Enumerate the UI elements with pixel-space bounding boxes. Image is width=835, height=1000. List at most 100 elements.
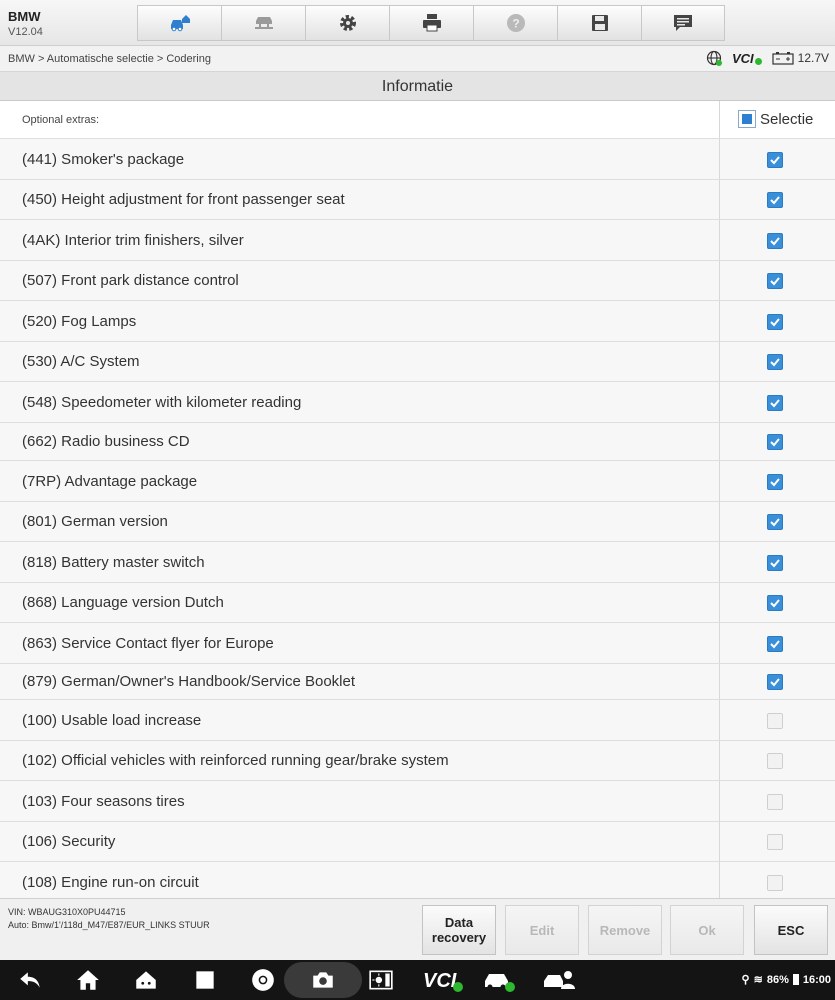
check-icon xyxy=(770,399,780,408)
camera-button[interactable] xyxy=(310,967,336,993)
settings-button[interactable] xyxy=(305,5,389,41)
table-row[interactable]: (7RP) Advantage package xyxy=(0,461,835,502)
vci-connected-icon xyxy=(754,57,762,65)
table-row[interactable]: (662) Radio business CD xyxy=(0,423,835,461)
table-row[interactable]: (102) Official vehicles with reinforced … xyxy=(0,741,835,781)
option-label: (7RP) Advantage package xyxy=(22,473,198,490)
option-checkbox-unchecked[interactable] xyxy=(767,875,783,891)
option-checkbox-checked[interactable] xyxy=(767,474,783,490)
option-label: (106) Security xyxy=(22,833,116,850)
message-button[interactable] xyxy=(641,5,725,41)
chrome-icon xyxy=(252,969,274,991)
check-icon xyxy=(770,678,780,687)
table-row[interactable]: (441) Smoker's package xyxy=(0,139,835,180)
option-checkbox-checked[interactable] xyxy=(767,273,783,289)
option-label: (103) Four seasons tires xyxy=(22,793,185,810)
option-label: (868) Language version Dutch xyxy=(22,594,224,611)
table-row[interactable]: (106) Security xyxy=(0,822,835,862)
table-row[interactable]: (818) Battery master switch xyxy=(0,542,835,583)
option-checkbox-checked[interactable] xyxy=(767,674,783,690)
check-icon xyxy=(770,438,780,447)
svg-text:VCI: VCI xyxy=(423,970,457,992)
table-row[interactable]: (863) Service Contact flyer for Europe xyxy=(0,623,835,664)
table-row[interactable]: (4AK) Interior trim finishers, silver xyxy=(0,220,835,261)
check-icon xyxy=(770,196,780,205)
options-table[interactable]: Optional extras: Selectie (441) Smoker's… xyxy=(0,101,835,898)
option-checkbox-checked[interactable] xyxy=(767,192,783,208)
table-row[interactable]: (548) Speedometer with kilometer reading xyxy=(0,382,835,423)
option-checkbox-checked[interactable] xyxy=(767,555,783,571)
table-header-row: Optional extras: Selectie xyxy=(0,101,835,139)
vci-label: VCI xyxy=(731,50,754,66)
option-checkbox-checked[interactable] xyxy=(767,434,783,450)
select-all-toggle[interactable]: Selectie xyxy=(738,110,813,128)
help-button[interactable]: ? xyxy=(473,5,557,41)
check-icon xyxy=(770,640,780,649)
check-icon xyxy=(770,518,780,527)
table-row[interactable]: (108) Engine run-on circuit xyxy=(0,862,835,898)
option-label: (4AK) Interior trim finishers, silver xyxy=(22,232,244,249)
car-lift-icon xyxy=(254,17,273,29)
app-window: BMW V12.04 ? BMW > Automatische selectie… xyxy=(0,0,835,1000)
option-label: (507) Front park distance control xyxy=(22,272,239,289)
car-user-icon xyxy=(544,971,575,989)
option-checkbox-checked[interactable] xyxy=(767,233,783,249)
esc-button[interactable]: ESC xyxy=(754,905,828,955)
android-nav-bar: VCI ⚲ ≋ 86% 16:00 xyxy=(0,960,835,1000)
option-label: (548) Speedometer with kilometer reading xyxy=(22,394,302,411)
table-row[interactable]: (530) A/C System xyxy=(0,342,835,382)
svg-text:?: ? xyxy=(512,17,519,31)
option-checkbox-checked[interactable] xyxy=(767,636,783,652)
device-battery-icon xyxy=(792,974,799,985)
option-checkbox-checked[interactable] xyxy=(767,514,783,530)
vci-nav-button[interactable]: VCI xyxy=(423,967,463,993)
vehicle-nav-button[interactable] xyxy=(482,967,516,993)
check-icon xyxy=(770,237,780,246)
table-row[interactable]: (879) German/Owner's Handbook/Service Bo… xyxy=(0,664,835,700)
option-checkbox-checked[interactable] xyxy=(767,152,783,168)
vin-text: VIN: WBAUG310X0PU44715 xyxy=(8,907,126,917)
browser-button[interactable] xyxy=(250,967,276,993)
table-row[interactable]: (801) German version xyxy=(0,502,835,542)
option-checkbox-checked[interactable] xyxy=(767,314,783,330)
remove-button[interactable]: Remove xyxy=(588,905,662,955)
brightness-icon xyxy=(369,970,393,990)
data-recovery-button[interactable]: Data recovery xyxy=(422,905,496,955)
option-checkbox-checked[interactable] xyxy=(767,354,783,370)
table-row[interactable]: (520) Fog Lamps xyxy=(0,301,835,342)
option-checkbox-checked[interactable] xyxy=(767,595,783,611)
edit-button[interactable]: Edit xyxy=(505,905,579,955)
brightness-button[interactable] xyxy=(368,967,394,993)
ok-button[interactable]: Ok xyxy=(670,905,744,955)
back-button[interactable] xyxy=(17,967,43,993)
table-row[interactable]: (507) Front park distance control xyxy=(0,261,835,301)
save-button[interactable] xyxy=(557,5,641,41)
option-checkbox-checked[interactable] xyxy=(767,395,783,411)
table-row[interactable]: (868) Language version Dutch xyxy=(0,583,835,623)
option-checkbox-unchecked[interactable] xyxy=(767,794,783,810)
option-label: (662) Radio business CD xyxy=(22,433,190,450)
table-row[interactable]: (103) Four seasons tires xyxy=(0,781,835,822)
select-all-checkbox[interactable] xyxy=(738,110,756,128)
vehicle-home-button[interactable] xyxy=(137,5,221,41)
print-button[interactable] xyxy=(389,5,473,41)
option-label: (818) Battery master switch xyxy=(22,554,205,571)
breadcrumb: BMW > Automatische selectie > Codering xyxy=(8,53,211,65)
check-icon xyxy=(770,156,780,165)
android-apps-button[interactable] xyxy=(133,967,159,993)
option-label: (879) German/Owner's Handbook/Service Bo… xyxy=(22,673,356,690)
brand: BMW V12.04 xyxy=(8,9,43,38)
recent-apps-button[interactable] xyxy=(192,967,218,993)
gear-icon xyxy=(339,15,356,31)
table-row[interactable]: (450) Height adjustment for front passen… xyxy=(0,180,835,220)
android-icon xyxy=(136,971,156,989)
option-checkbox-unchecked[interactable] xyxy=(767,753,783,769)
home-button[interactable] xyxy=(75,967,101,993)
table-row[interactable]: (100) Usable load increase xyxy=(0,700,835,741)
footer-bar: VIN: WBAUG310X0PU44715 Auto: Bmw/1'/118d… xyxy=(0,898,835,960)
option-checkbox-unchecked[interactable] xyxy=(767,834,783,850)
option-checkbox-unchecked[interactable] xyxy=(767,713,783,729)
remote-expert-button[interactable] xyxy=(542,967,576,993)
option-label: (801) German version xyxy=(22,513,168,530)
car-lift-button[interactable] xyxy=(221,5,305,41)
